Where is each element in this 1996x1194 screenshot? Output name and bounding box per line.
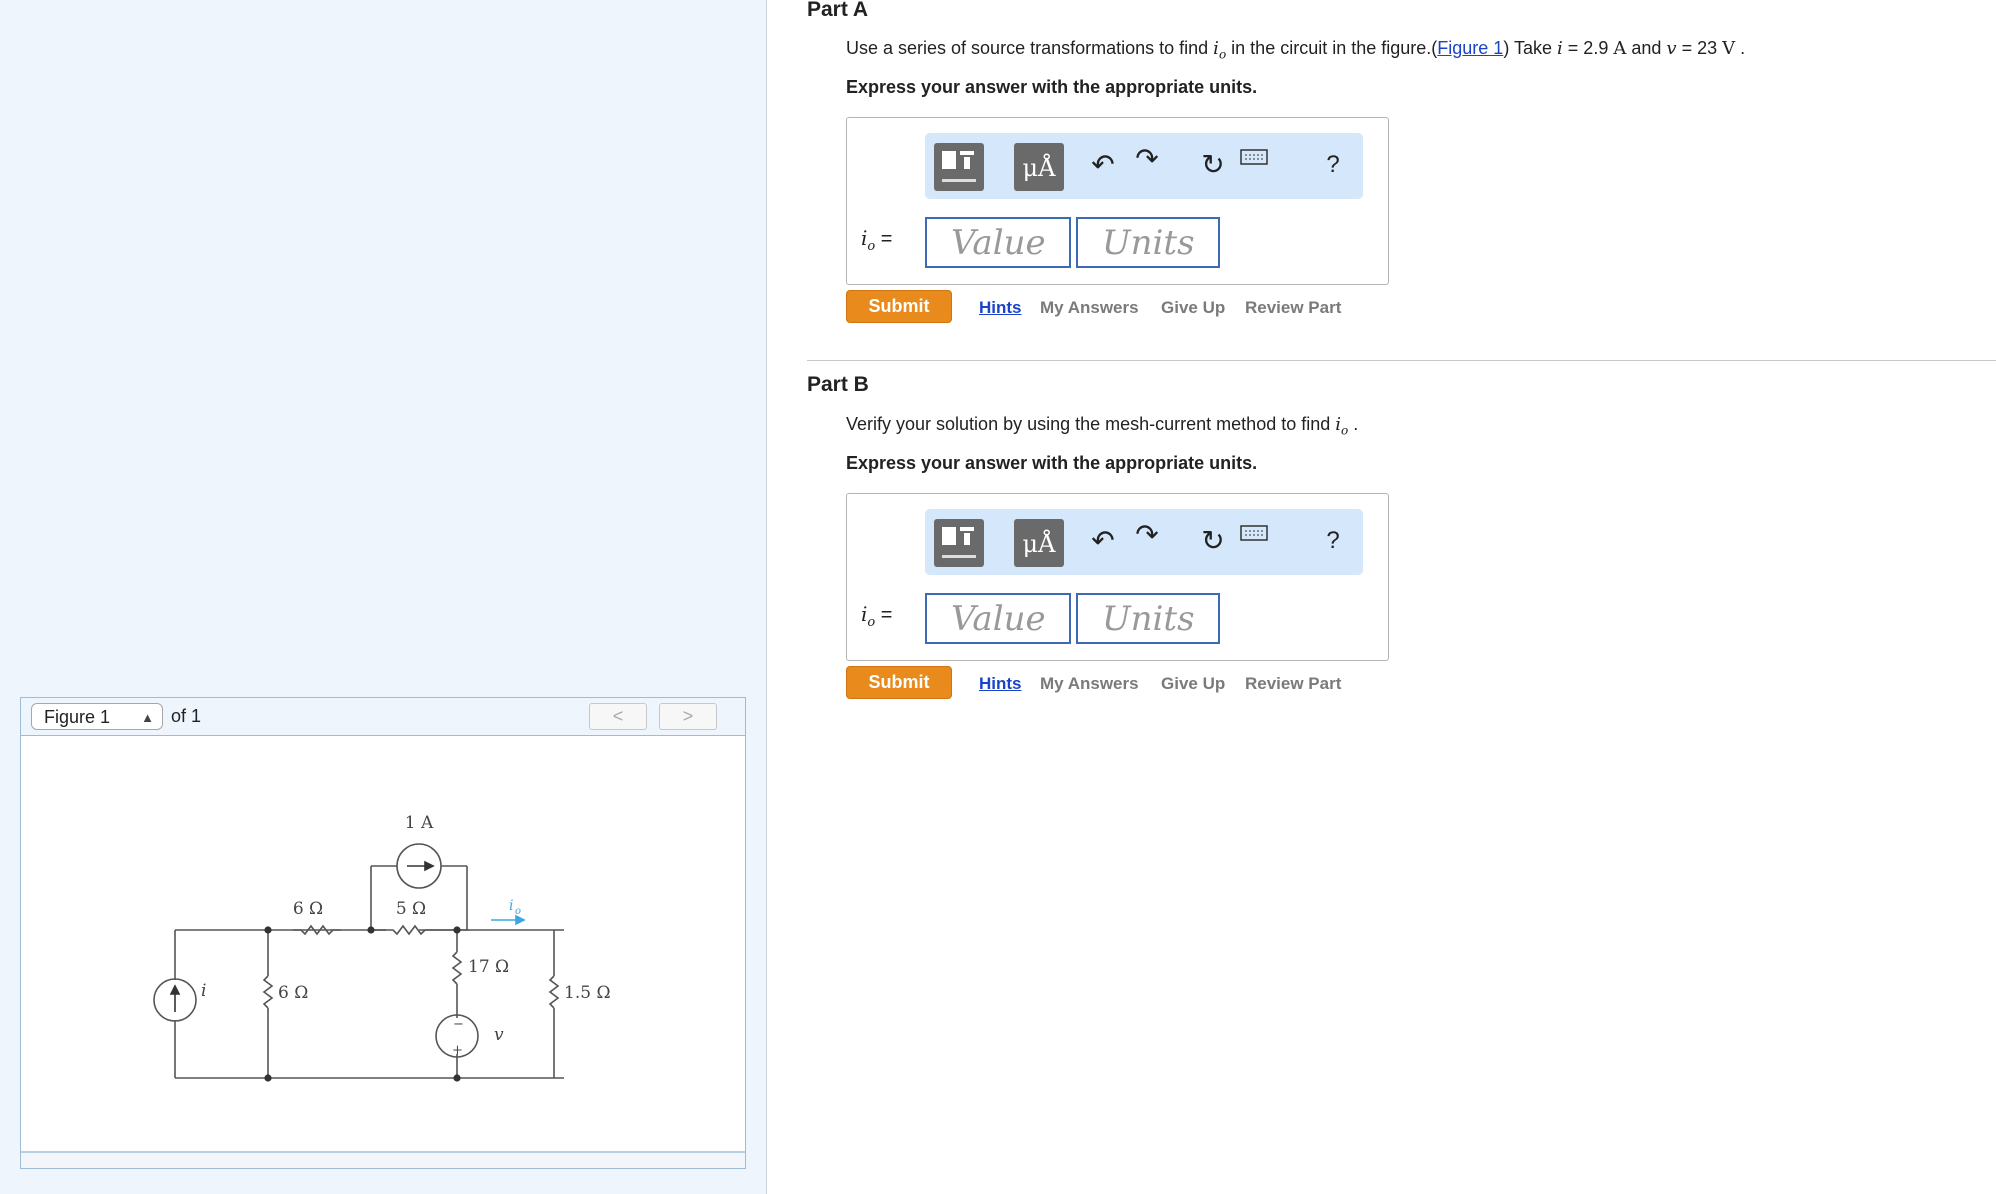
label-io-sub: o [515,906,521,917]
figure-selector[interactable]: Figure 1 ▲ [31,703,163,730]
figure-panel: Figure 1 ▲ of 1 < > 1 A 6 Ω 5 Ω 17 Ω 6 Ω… [20,697,746,1169]
part-b-toolbar: μÅ ↶ ↷ ↻ ? [925,509,1363,575]
prev-figure-button[interactable]: < [589,703,647,730]
reset-icon[interactable]: ↻ [1193,145,1233,185]
figure-body: 1 A 6 Ω 5 Ω 17 Ω 6 Ω 1.5 Ω i v − + i o [21,736,745,1151]
label-i: i [201,981,206,1001]
part-divider [807,360,1996,361]
hints-link[interactable]: Hints [979,674,1022,694]
hints-link[interactable]: Hints [979,298,1022,318]
answer-label: io = [861,226,893,254]
part-a-toolbar: μÅ ↶ ↷ ↻ ? [925,133,1363,199]
units-icon[interactable]: μÅ [1014,143,1064,191]
label-1-5: 1.5 Ω [564,983,611,1003]
next-figure-button[interactable]: > [659,703,717,730]
resistor-6-left [262,975,274,1009]
redo-icon[interactable]: ↷ [1127,515,1167,555]
label-5: 5 Ω [396,899,426,919]
part-b-heading: Part B [807,373,869,396]
submit-button[interactable]: Submit [846,290,952,323]
templates-icon[interactable] [934,143,984,191]
help-icon[interactable]: ? [1313,145,1353,185]
figure-count: of 1 [171,706,202,726]
reset-icon[interactable]: ↻ [1193,521,1233,561]
units-icon[interactable]: μÅ [1014,519,1064,567]
units-input[interactable]: Units [1076,217,1220,268]
redo-icon[interactable]: ↷ [1127,139,1167,179]
give-up-link[interactable]: Give Up [1161,674,1225,694]
resistor-17 [451,951,463,985]
figure-1-link[interactable]: Figure 1 [1437,38,1503,58]
part-b-instruction: Express your answer with the appropriate… [846,453,1258,473]
answer-label: io = [861,602,893,630]
updown-icon: ▲ [141,710,154,725]
part-a-answer-box: μÅ ↶ ↷ ↻ ? io = Value Units [846,117,1389,285]
label-minus: − [453,1017,464,1032]
part-b-prompt: Verify your solution by using the mesh-c… [846,414,1359,438]
label-v: v [494,1025,504,1045]
label-1a: 1 A [405,813,434,833]
part-a-prompt: Use a series of source transformations t… [846,38,1746,62]
keyboard-icon[interactable] [1235,515,1275,555]
label-6-left: 6 Ω [278,983,308,1003]
label-io: i [509,898,513,914]
my-answers-link[interactable]: My Answers [1040,298,1139,318]
submit-button[interactable]: Submit [846,666,952,699]
my-answers-link[interactable]: My Answers [1040,674,1139,694]
review-part-link[interactable]: Review Part [1245,674,1341,694]
label-plus: + [452,1043,463,1058]
review-part-link[interactable]: Review Part [1245,298,1341,318]
io-arrow [491,914,526,926]
part-b-answer-box: μÅ ↶ ↷ ↻ ? io = Value Units [846,493,1389,661]
label-17: 17 Ω [468,957,509,977]
undo-icon[interactable]: ↶ [1083,521,1123,561]
undo-icon[interactable]: ↶ [1083,145,1123,185]
keyboard-icon[interactable] [1235,139,1275,179]
give-up-link[interactable]: Give Up [1161,298,1225,318]
figure-footer [21,1151,745,1168]
value-input[interactable]: Value [925,593,1071,644]
templates-icon[interactable] [934,519,984,567]
figure-pane: Figure 1 ▲ of 1 < > 1 A 6 Ω 5 Ω 17 Ω 6 Ω… [0,0,767,1194]
figure-header: Figure 1 ▲ of 1 < > [21,698,745,736]
part-a-heading: Part A [807,0,869,21]
figure-selector-value: Figure 1 [44,707,111,727]
circuit-diagram: 1 A 6 Ω 5 Ω 17 Ω 6 Ω 1.5 Ω i v − + i o [153,813,611,1082]
label-6-top: 6 Ω [293,899,323,919]
value-input[interactable]: Value [925,217,1071,268]
resistor-1-5 [548,975,560,1009]
part-a-instruction: Express your answer with the appropriate… [846,77,1258,97]
help-icon[interactable]: ? [1313,521,1353,561]
units-input[interactable]: Units [1076,593,1220,644]
